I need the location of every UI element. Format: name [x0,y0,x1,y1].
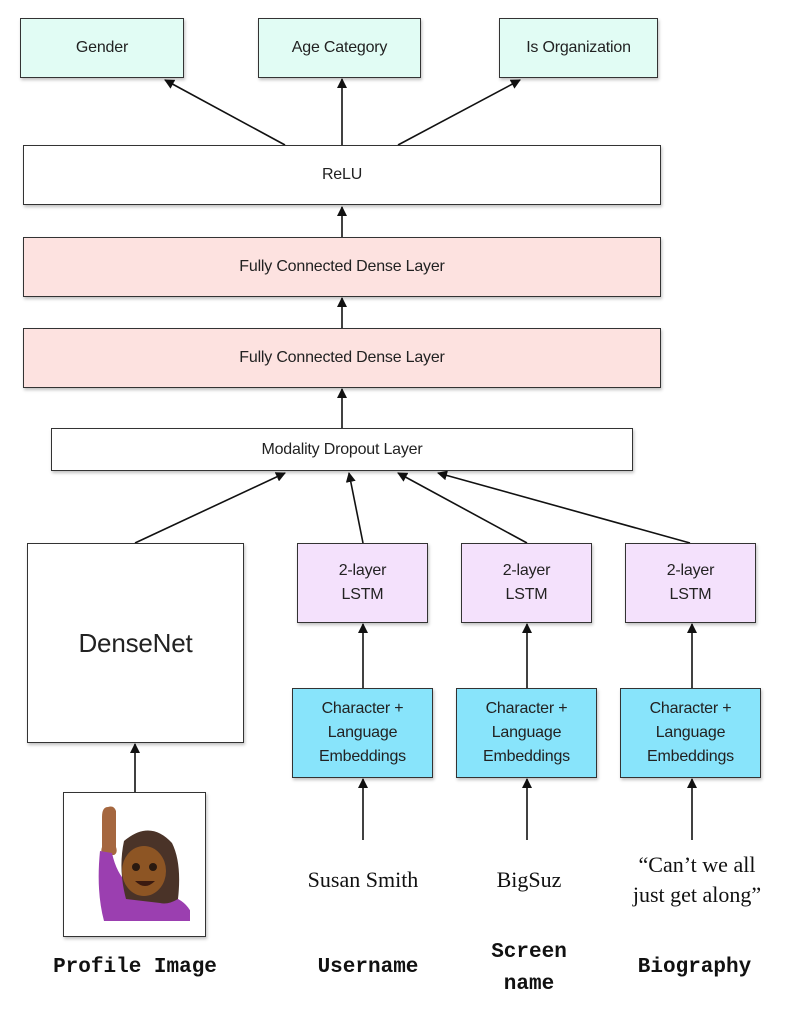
embeddings-username: Character + Language Embeddings [292,688,433,778]
example-username: Susan Smith [307,867,419,892]
emb-line2: Language [491,724,562,741]
example-biography-line1: “Can’t we all [638,852,756,877]
label-username: Username [317,956,419,979]
arrow-densenet-dropout [134,472,286,544]
woman-raising-hand-icon [98,806,190,921]
arrow-relu-gender [164,79,286,146]
example-screen-name: BigSuz [496,867,562,892]
label-profile-image: Profile Image [53,956,217,979]
emb-line3: Embeddings [647,748,734,765]
lstm-line2: LSTM [505,586,548,603]
example-biography-line2: just get along” [632,882,762,907]
output-gender: Gender [20,18,184,78]
output-age-label: Age Category [291,39,388,56]
embeddings-biography: Character + Language Embeddings [620,688,761,778]
arrow-lstm2-dropout [397,472,528,544]
label-screen-name: Screen name [459,937,599,1001]
output-org-label: Is Organization [526,39,631,56]
output-gender-label: Gender [75,39,129,56]
densenet-label: DenseNet [78,628,193,658]
arrow-lstm3-dropout [437,470,691,544]
lstm-screen-name: 2-layer LSTM [461,543,592,623]
relu-layer: ReLU [23,145,661,205]
lstm-line2: LSTM [669,586,712,603]
lstm-line2: LSTM [341,586,384,603]
model-architecture-diagram: Gender Age Category Is Organization ReLU… [0,0,791,1029]
modality-dropout-layer: Modality Dropout Layer [51,428,633,471]
label-screen-name-line2: name [503,973,555,996]
emb-line2: Language [655,724,726,741]
lstm-biography: 2-layer LSTM [625,543,756,623]
densenet-box: DenseNet [27,543,244,743]
lstm-username: 2-layer LSTM [297,543,428,623]
output-is-organization: Is Organization [499,18,658,78]
arrow-relu-org [397,79,521,146]
dense-layer-2: Fully Connected Dense Layer [23,237,661,297]
label-screen-name-line1: Screen [491,941,567,964]
label-biography: Biography [637,956,752,979]
lstm-line1: 2-layer [338,562,387,579]
profile-image-box [63,792,206,937]
lstm-line1: 2-layer [502,562,551,579]
dense-layer-2-label: Fully Connected Dense Layer [239,258,445,275]
embeddings-screen-name: Character + Language Embeddings [456,688,597,778]
relu-label: ReLU [321,166,363,183]
emb-line1: Character + [485,700,568,717]
dense-layer-1: Fully Connected Dense Layer [23,328,661,388]
dense-layer-1-label: Fully Connected Dense Layer [239,349,445,366]
emb-line3: Embeddings [483,748,570,765]
arrow-lstm1-dropout [345,472,364,544]
output-age-category: Age Category [258,18,421,78]
emb-line2: Language [327,724,398,741]
lstm-line1: 2-layer [666,562,715,579]
emb-line3: Embeddings [319,748,406,765]
example-biography: “Can’t we all just get along” [612,850,782,910]
dropout-label: Modality Dropout Layer [261,440,423,458]
emb-line1: Character + [321,700,404,717]
emb-line1: Character + [649,700,732,717]
